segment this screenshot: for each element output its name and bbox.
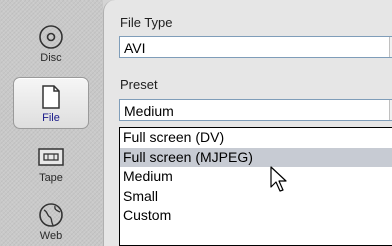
dropdown-option[interactable]: Small xyxy=(120,187,392,207)
sidebar-item-label: Disc xyxy=(40,52,62,64)
preset-value: Medium xyxy=(124,103,174,119)
sidebar: Disc File Tape Web xyxy=(0,0,103,246)
tape-icon xyxy=(14,142,88,172)
sidebar-item-web[interactable]: Web xyxy=(14,196,88,246)
preset-dropdown-list: Full screen (DV) Full screen (MJPEG) Med… xyxy=(119,127,392,246)
preset-label: Preset xyxy=(120,77,158,92)
sidebar-item-tape[interactable]: Tape xyxy=(14,138,88,188)
disc-icon xyxy=(14,22,88,52)
file-type-label: File Type xyxy=(120,15,173,30)
sidebar-item-disc[interactable]: Disc xyxy=(14,18,88,68)
sidebar-item-label: Tape xyxy=(39,172,63,184)
web-globe-icon xyxy=(14,200,88,230)
sidebar-item-label: Web xyxy=(39,230,63,242)
sidebar-item-label: File xyxy=(42,112,60,124)
file-type-value: AVI xyxy=(124,40,146,56)
sidebar-item-file[interactable]: File xyxy=(13,77,89,129)
preset-select[interactable]: Medium xyxy=(119,99,392,121)
dropdown-option-highlighted[interactable]: Full screen (MJPEG) xyxy=(120,147,392,167)
dropdown-option[interactable]: Custom xyxy=(120,206,392,226)
settings-panel: File Type AVI Preset Medium Full screen … xyxy=(103,0,392,246)
mouse-cursor-icon xyxy=(270,166,287,192)
file-icon xyxy=(14,82,88,112)
dropdown-option[interactable]: Full screen (DV) xyxy=(120,128,392,148)
file-type-select[interactable]: AVI xyxy=(119,36,392,58)
dropdown-option[interactable]: Medium xyxy=(120,167,392,187)
